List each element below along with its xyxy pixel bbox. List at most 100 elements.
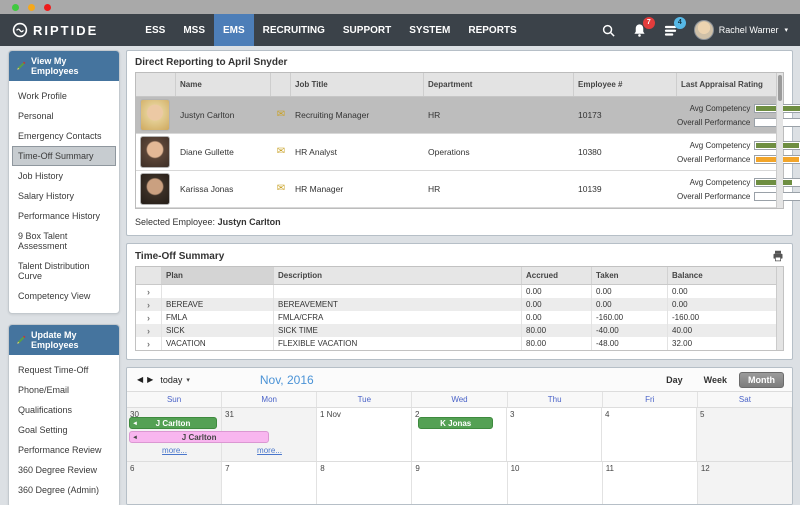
timeoff-description: FMLA/CFRA bbox=[274, 311, 522, 324]
queue-stack-icon[interactable]: 4 bbox=[663, 23, 678, 38]
rating-label: Avg Competency bbox=[690, 104, 751, 113]
sidebar-item-qualifications[interactable]: Qualifications bbox=[9, 400, 119, 420]
calendar-date-number: 4 bbox=[605, 410, 609, 419]
calendar-next-icon[interactable]: ▶ bbox=[145, 375, 155, 384]
sidebar-item-9-box-talent-assessment[interactable]: 9 Box Talent Assessment bbox=[9, 226, 119, 256]
sidebar-item-job-history[interactable]: Job History bbox=[9, 166, 119, 186]
employee-job-title: HR Analyst bbox=[291, 147, 424, 157]
sidebar-item-talent-distribution-curve[interactable]: Talent Distribution Curve bbox=[9, 256, 119, 286]
nav-item-ems[interactable]: EMS bbox=[214, 14, 254, 46]
timeoff-accrued: 0.00 bbox=[522, 298, 592, 311]
calendar-day-cell[interactable]: 9 bbox=[412, 462, 507, 505]
row-expand-icon[interactable]: › bbox=[136, 324, 162, 337]
sidebar-section-header[interactable]: View My Employees bbox=[9, 51, 119, 81]
chevron-down-icon: ▾ bbox=[784, 26, 788, 34]
nav-item-system[interactable]: SYSTEM bbox=[400, 14, 459, 46]
user-name: Rachel Warner bbox=[719, 25, 779, 35]
sidebar-item-competency-view[interactable]: Competency View bbox=[9, 286, 119, 306]
calendar-day-cell[interactable]: 2 bbox=[412, 408, 507, 461]
app-logo-text: RIPTIDE bbox=[33, 23, 98, 38]
calendar-panel: ◀ ▶ today ▾ Nov, 2016 DayWeekMonth SunMo… bbox=[126, 367, 793, 505]
sidebar-item-goal-setting[interactable]: Goal Setting bbox=[9, 420, 119, 440]
nav-menu: ESSMSSEMSRECRUITINGSUPPORTSYSTEMREPORTS bbox=[136, 14, 525, 46]
more-events-link[interactable]: more... bbox=[127, 446, 222, 455]
print-icon[interactable] bbox=[772, 250, 784, 262]
calendar-date-number: 6 bbox=[130, 464, 134, 473]
calendar-event[interactable]: K Jonas bbox=[418, 417, 493, 429]
calendar-day-cell[interactable]: 7 bbox=[222, 462, 317, 505]
sidebar-item-performance-review[interactable]: Performance Review bbox=[9, 440, 119, 460]
sidebar-item-360-degree-review[interactable]: 360 Degree Review bbox=[9, 460, 119, 480]
sidebar-item-360-degree-admin-[interactable]: 360 Degree (Admin) bbox=[9, 480, 119, 500]
riptide-logo-icon bbox=[12, 22, 28, 38]
calendar-day-cell[interactable]: 12 bbox=[698, 462, 792, 505]
employees-col-header: Name bbox=[176, 73, 271, 96]
calendar-event-label: J Carlton bbox=[156, 419, 191, 428]
employee-photo bbox=[140, 173, 170, 205]
timeoff-scrollbar[interactable] bbox=[776, 267, 783, 350]
envelope-icon[interactable]: ✉ bbox=[271, 110, 291, 120]
envelope-icon[interactable]: ✉ bbox=[271, 184, 291, 194]
sidebar-item-salary-history[interactable]: Salary History bbox=[9, 186, 119, 206]
nav-item-reports[interactable]: REPORTS bbox=[459, 14, 525, 46]
nav-right-group: 7 4 Rachel Warner ▾ bbox=[601, 20, 788, 40]
sidebar-section-header[interactable]: Update My Employees bbox=[9, 325, 119, 355]
calendar-grid: 30311 Nov2345◄J Carlton◄J CarltonK Jonas… bbox=[127, 408, 792, 505]
sidebar-item-phone-email[interactable]: Phone/Email bbox=[9, 380, 119, 400]
calendar-day-cell[interactable]: 4 bbox=[602, 408, 697, 461]
more-events-link[interactable]: more... bbox=[222, 446, 317, 455]
calendar-day-cell[interactable]: 8 bbox=[317, 462, 412, 505]
employee-job-title: Recruiting Manager bbox=[291, 110, 424, 120]
employees-scrollbar-thumb[interactable] bbox=[778, 75, 782, 101]
row-expand-icon[interactable]: › bbox=[136, 337, 162, 350]
rating-label: Avg Competency bbox=[690, 141, 751, 150]
calendar-event-label: J Carlton bbox=[182, 433, 217, 442]
row-expand-icon[interactable]: › bbox=[136, 285, 162, 298]
search-icon[interactable] bbox=[601, 23, 616, 38]
notifications-bell-icon[interactable]: 7 bbox=[632, 23, 647, 38]
window-dot-red[interactable] bbox=[44, 4, 51, 11]
employees-scrollbar[interactable] bbox=[776, 73, 783, 208]
day-header-mon: Mon bbox=[222, 392, 317, 407]
nav-item-support[interactable]: SUPPORT bbox=[334, 14, 400, 46]
calendar-day-cell[interactable]: 5 bbox=[697, 408, 792, 461]
row-expand-icon[interactable]: › bbox=[136, 298, 162, 311]
calendar-event[interactable]: ◄J Carlton bbox=[129, 431, 269, 443]
nav-item-recruiting[interactable]: RECRUITING bbox=[254, 14, 334, 46]
sidebar-item-request-time-off[interactable]: Request Time-Off bbox=[9, 360, 119, 380]
nav-item-mss[interactable]: MSS bbox=[174, 14, 214, 46]
employee-row[interactable]: Justyn Carlton✉Recruiting ManagerHR10173… bbox=[136, 97, 783, 134]
timeoff-plan bbox=[162, 285, 274, 298]
app-logo[interactable]: RIPTIDE bbox=[12, 22, 98, 38]
calendar-day-cell[interactable]: 6 bbox=[127, 462, 222, 505]
calendar-week: 6 789 101112 bbox=[127, 462, 792, 505]
user-menu[interactable]: Rachel Warner ▾ bbox=[694, 20, 788, 40]
window-dot-orange[interactable] bbox=[28, 4, 35, 11]
window-dot-green[interactable] bbox=[12, 4, 19, 11]
calendar-view-month[interactable]: Month bbox=[739, 372, 784, 388]
employee-row[interactable]: Diane Gullette✉HR AnalystOperations10380… bbox=[136, 134, 783, 171]
calendar-day-cell[interactable]: 1 Nov bbox=[317, 408, 412, 461]
timeoff-row: ›SICKSICK TIME80.00-40.0040.00 bbox=[136, 324, 783, 337]
calendar-day-cell[interactable]: 10 bbox=[508, 462, 603, 505]
sidebar-item-work-profile[interactable]: Work Profile bbox=[9, 86, 119, 106]
calendar-date-number: 9 bbox=[415, 464, 419, 473]
nav-item-ess[interactable]: ESS bbox=[136, 14, 174, 46]
calendar-view-week[interactable]: Week bbox=[695, 372, 736, 388]
sidebar-item-performance-history[interactable]: Performance History bbox=[9, 206, 119, 226]
calendar-view-switcher: DayWeekMonth bbox=[657, 372, 784, 388]
sidebar-item-time-off-summary[interactable]: Time-Off Summary bbox=[12, 146, 116, 166]
calendar-prev-icon[interactable]: ◀ bbox=[135, 375, 145, 384]
sidebar-item-emergency-contacts[interactable]: Emergency Contacts bbox=[9, 126, 119, 146]
envelope-icon[interactable]: ✉ bbox=[271, 147, 291, 157]
calendar-day-cell[interactable]: 11 bbox=[603, 462, 698, 505]
sidebar-item-personal[interactable]: Personal bbox=[9, 106, 119, 126]
row-expand-icon[interactable]: › bbox=[136, 311, 162, 324]
calendar-day-cell[interactable]: 3 bbox=[507, 408, 602, 461]
timeoff-plan: SICK bbox=[162, 324, 274, 337]
employee-row[interactable]: Karissa Jonas✉HR ManagerHR10139Avg Compe… bbox=[136, 171, 783, 208]
calendar-event[interactable]: ◄J Carlton bbox=[129, 417, 217, 429]
calendar-today-button[interactable]: today ▾ bbox=[160, 375, 190, 385]
calendar-view-day[interactable]: Day bbox=[657, 372, 692, 388]
employee-name: Diane Gullette bbox=[176, 147, 271, 157]
